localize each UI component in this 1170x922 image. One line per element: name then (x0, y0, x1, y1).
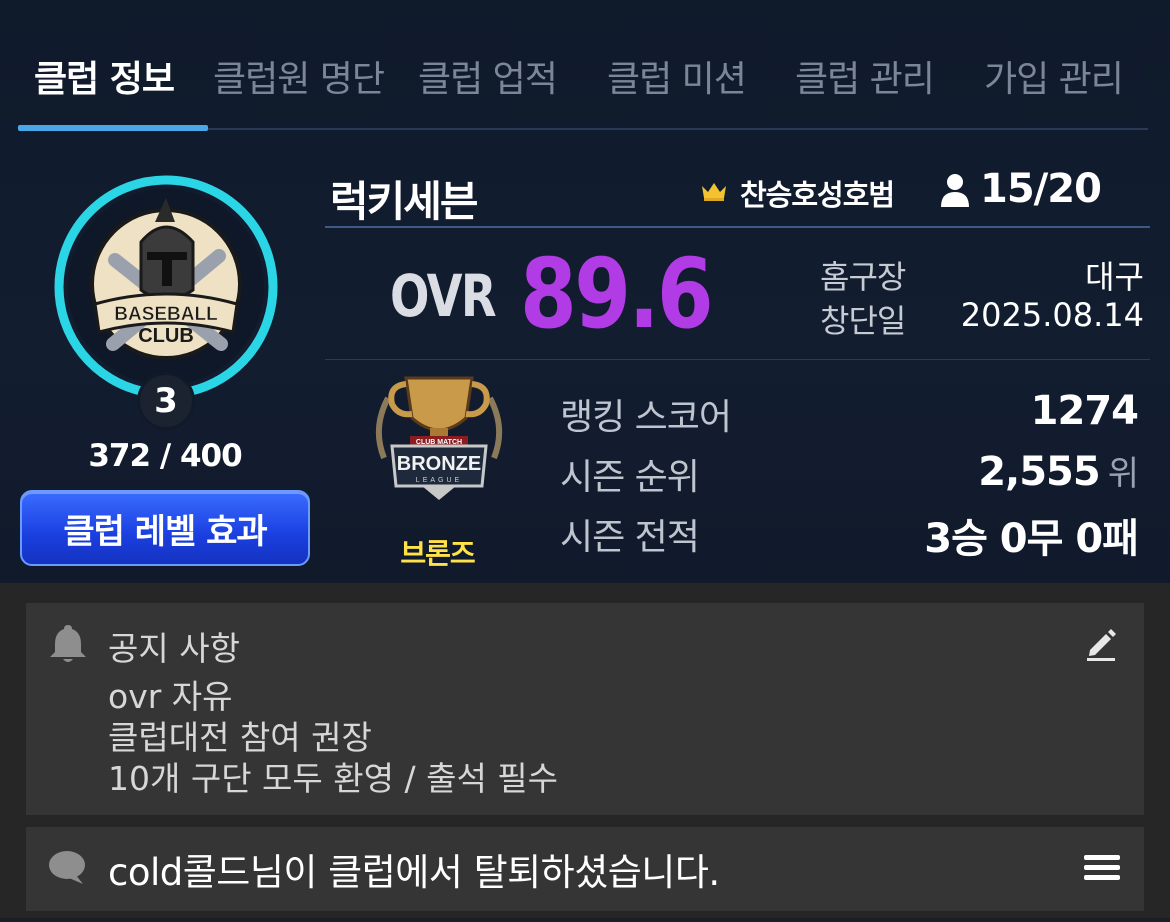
season-record-label: 시즌 전적 (560, 517, 700, 558)
chat-bubble-icon (49, 851, 85, 884)
home-stadium-label: 홈구장 (820, 258, 906, 296)
tab-club-management[interactable]: 클럽 관리 (795, 50, 935, 102)
season-rank-unit: 위 (1107, 454, 1139, 494)
season-record-value: 3승 0무 0패 (924, 516, 1139, 562)
person-icon (941, 174, 969, 207)
club-level-effect-button[interactable]: 클럽 레벨 효과 (20, 490, 310, 566)
hamburger-icon[interactable] (1082, 852, 1122, 884)
club-emblem: BASEBALL CLUB (54, 175, 278, 399)
tab-join-management[interactable]: 가입 관리 (984, 50, 1124, 102)
season-rank-value: 2,555 (978, 449, 1101, 495)
badge-sub-text: LEAGUE (416, 477, 462, 484)
tab-bar: 클럽 정보 클럽원 명단 클럽 업적 클럽 미션 클럽 관리 가입 관리 (0, 0, 1170, 132)
tab-club-achievements[interactable]: 클럽 업적 (418, 50, 558, 102)
pencil-icon[interactable] (1084, 626, 1118, 662)
ranking-score-value: 1274 (1030, 388, 1139, 434)
badge-league-text: BRONZE (397, 453, 481, 475)
ovr-value: 89.6 (520, 238, 714, 350)
tab-club-members[interactable]: 클럽원 명단 (213, 50, 385, 102)
league-name: 브론즈 (400, 537, 475, 570)
crown-icon (702, 183, 726, 201)
founded-value: 2025.08.14 (960, 296, 1144, 334)
season-rank-label: 시즌 순위 (560, 457, 700, 498)
active-tab-indicator (18, 125, 208, 131)
emblem-text-1: BASEBALL (114, 304, 218, 325)
ovr-label: OVR (390, 262, 497, 330)
club-leader: 찬승호성호범 (740, 178, 895, 212)
club-level-badge: 3 (137, 372, 195, 430)
tab-club-info[interactable]: 클럽 정보 (34, 50, 175, 102)
bronze-league-trophy-icon: CLUB MATCH BRONZE LEAGUE (375, 376, 503, 500)
mid-divider (325, 359, 1150, 360)
home-stadium-value: 대구 (1085, 258, 1144, 296)
founded-label: 창단일 (820, 302, 906, 340)
season-rank: 2,555 위 (978, 446, 1139, 495)
member-count: 15/20 (980, 166, 1102, 212)
badge-top-text: CLUB MATCH (416, 439, 462, 446)
ranking-score-label: 랭킹 스코어 (560, 397, 732, 438)
tab-club-missions[interactable]: 클럽 미션 (607, 50, 747, 102)
notice-title: 공지 사항 (108, 629, 240, 668)
emblem-text-2: CLUB (138, 325, 194, 347)
notice-line: 10개 구단 모두 환영 / 출석 필수 (108, 759, 559, 798)
club-exp: 372 / 400 (88, 438, 242, 474)
header-divider (325, 226, 1150, 228)
bottom-strip (0, 918, 1170, 922)
chat-message: cold콜드님이 클럽에서 탈퇴하셨습니다. (108, 851, 720, 894)
bell-icon (50, 625, 86, 662)
club-name: 럭키세븐 (330, 177, 479, 226)
